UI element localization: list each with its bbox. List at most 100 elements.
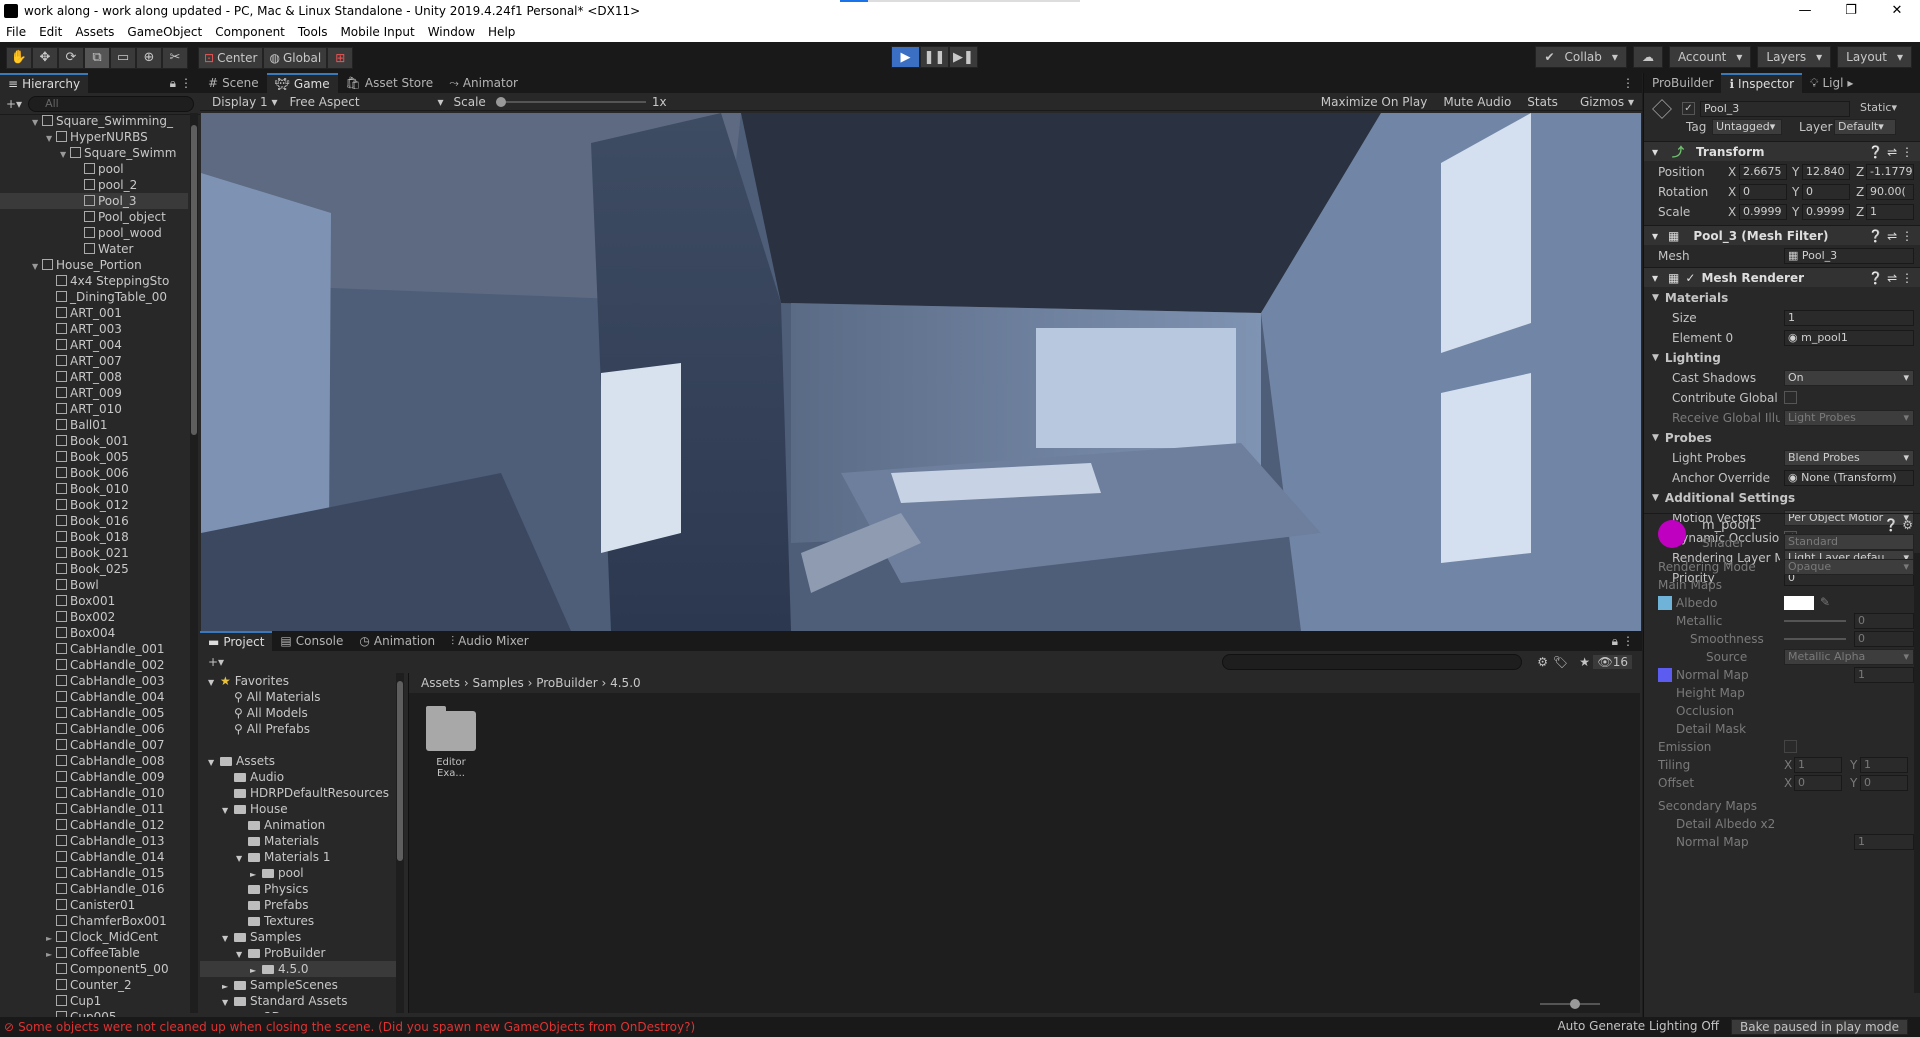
y-field[interactable]: 0: [1860, 775, 1908, 791]
scale-slider[interactable]: [495, 96, 646, 107]
hierarchy-item[interactable]: Canister01: [0, 897, 188, 913]
folder-item[interactable]: Audio: [200, 769, 400, 785]
hierarchy-item[interactable]: Cup005: [0, 1009, 188, 1017]
mute-audio-toggle[interactable]: Mute Audio: [1443, 95, 1511, 109]
tab-game[interactable]: 👾︎ Game: [266, 73, 338, 93]
add-icon[interactable]: +▾: [6, 97, 22, 111]
hierarchy-item[interactable]: 4x4 SteppingSto: [0, 273, 188, 289]
folder-item[interactable]: ▼ House: [200, 801, 400, 817]
hierarchy-item[interactable]: Water: [0, 241, 188, 257]
hierarchy-item[interactable]: CabHandle_011: [0, 801, 188, 817]
transform-tool-icon[interactable]: ⊕: [136, 46, 162, 69]
section-header[interactable]: ▼ Additional Settings: [1644, 489, 1920, 507]
folder-item[interactable]: Textures: [200, 913, 400, 929]
property-slider[interactable]: [1784, 638, 1846, 640]
folder-item[interactable]: HDRPDefaultResources: [200, 785, 400, 801]
property-dropdown[interactable]: Opaque ▾: [1784, 559, 1914, 575]
custom-tool-icon[interactable]: ✂: [162, 46, 188, 69]
hierarchy-item[interactable]: ART_001: [0, 305, 188, 321]
hierarchy-item[interactable]: ART_004: [0, 337, 188, 353]
play-button[interactable]: ▶: [891, 46, 920, 68]
hierarchy-item[interactable]: ART_009: [0, 385, 188, 401]
close-button[interactable]: ✕: [1874, 0, 1920, 22]
hierarchy-item[interactable]: ART_003: [0, 321, 188, 337]
hierarchy-item[interactable]: ART_007: [0, 353, 188, 369]
breadcrumb-samples[interactable]: Samples: [473, 676, 524, 690]
favorite-star-icon[interactable]: ★: [1579, 655, 1590, 669]
game-menu-icon[interactable]: ⋮: [1622, 76, 1634, 90]
hierarchy-item[interactable]: CabHandle_003: [0, 673, 188, 689]
tab-asset-store[interactable]: 🛍︎ Asset Store: [338, 73, 442, 93]
tab-animator[interactable]: ⤳ Animator: [441, 73, 526, 93]
menu-mobile-input[interactable]: Mobile Input: [340, 25, 414, 39]
folder-item[interactable]: Prefabs: [200, 897, 400, 913]
search-by-type-icon[interactable]: ⚙: [1537, 655, 1548, 669]
hierarchy-item[interactable]: CabHandle_006: [0, 721, 188, 737]
hierarchy-item[interactable]: ▼ House_Portion: [0, 257, 188, 273]
step-button[interactable]: ▶❚: [949, 46, 978, 68]
hierarchy-item[interactable]: CabHandle_001: [0, 641, 188, 657]
active-checkbox[interactable]: ✓: [1682, 102, 1695, 115]
tab-scene[interactable]: # Scene: [200, 73, 267, 93]
minimize-button[interactable]: —: [1782, 0, 1828, 22]
tag-dropdown[interactable]: Untagged▾: [1712, 119, 1782, 135]
property-value[interactable]: 1: [1854, 667, 1914, 683]
project-menu-icon[interactable]: ⋮: [1622, 634, 1634, 648]
lighting-status[interactable]: Auto Generate Lighting Off: [1557, 1019, 1719, 1035]
hierarchy-item[interactable]: Book_006: [0, 465, 188, 481]
hierarchy-item[interactable]: CabHandle_013: [0, 833, 188, 849]
hierarchy-item[interactable]: Bowl: [0, 577, 188, 593]
saved-search-item[interactable]: ⚲ All Models: [200, 705, 400, 721]
hierarchy-item[interactable]: Pool_object: [0, 209, 188, 225]
hierarchy-item[interactable]: Book_025: [0, 561, 188, 577]
transform-header[interactable]: ▾ ⤴ Transform ❔ ⇌ ⋮: [1644, 141, 1920, 161]
property-value[interactable]: Blend Probes ▾: [1784, 450, 1914, 466]
hierarchy-item[interactable]: Book_005: [0, 449, 188, 465]
maximize-on-play-toggle[interactable]: Maximize On Play: [1321, 95, 1428, 109]
hierarchy-item[interactable]: ▼ Square_Swimm: [0, 145, 188, 161]
folder-item[interactable]: ▼ Standard Assets: [200, 993, 400, 1009]
hierarchy-item[interactable]: CabHandle_009: [0, 769, 188, 785]
menu-tools[interactable]: Tools: [298, 25, 328, 39]
hierarchy-item[interactable]: Pool_3: [0, 193, 188, 209]
hierarchy-item[interactable]: Box002: [0, 609, 188, 625]
hierarchy-item[interactable]: Book_001: [0, 433, 188, 449]
expand-arrow-icon[interactable]: ▼: [236, 851, 248, 867]
project-search-input[interactable]: [1222, 654, 1522, 670]
asset-item[interactable]: Editor Exa...: [421, 703, 481, 779]
folder-item[interactable]: Materials: [200, 833, 400, 849]
menu-edit[interactable]: Edit: [39, 25, 62, 39]
hierarchy-item[interactable]: ▼ Square_Swimming_: [0, 113, 188, 129]
expand-arrow-icon[interactable]: ▼: [208, 675, 220, 691]
pause-button[interactable]: ❚❚: [920, 46, 949, 68]
meshrenderer-header[interactable]: ▾ ▦ ✓ Mesh Renderer ❔ ⇌ ⋮: [1644, 267, 1920, 287]
position-y-field[interactable]: 12.840: [1802, 164, 1850, 180]
layout-dropdown[interactable]: Layout ▾: [1837, 46, 1912, 68]
collab-dropdown[interactable]: ✔ Collab ▾: [1535, 46, 1627, 68]
stats-toggle[interactable]: Stats: [1527, 95, 1558, 109]
property-value[interactable]: On ▾: [1784, 370, 1914, 386]
property-checkbox[interactable]: [1784, 391, 1797, 404]
hierarchy-item[interactable]: CabHandle_012: [0, 817, 188, 833]
scale-tool-icon[interactable]: ⧉: [84, 46, 110, 69]
menu-file[interactable]: File: [6, 25, 26, 39]
hierarchy-item[interactable]: Cup1: [0, 993, 188, 1009]
error-message[interactable]: ⊘ Some objects were not cleaned up when c…: [4, 1020, 695, 1034]
slider-value[interactable]: 0: [1854, 631, 1914, 647]
tab-audio-mixer[interactable]: ⫶ Audio Mixer: [443, 631, 537, 651]
breadcrumb-version[interactable]: 4.5.0: [610, 676, 641, 690]
project-lock-icon[interactable]: 🔒︎: [1612, 634, 1618, 649]
folder-item[interactable]: ▼ Samples: [200, 929, 400, 945]
menu-gameobject[interactable]: GameObject: [127, 25, 202, 39]
saved-search-item[interactable]: ⚲ All Prefabs: [200, 721, 400, 737]
hierarchy-item[interactable]: ► CoffeeTable: [0, 945, 188, 961]
tab-hierarchy[interactable]: ≡ Hierarchy: [0, 73, 89, 93]
expand-arrow-icon[interactable]: ▼: [222, 995, 234, 1011]
layer-dropdown[interactable]: Default▾: [1834, 119, 1896, 135]
tab-lighting[interactable]: 💡︎ Ligl ▸: [1802, 73, 1861, 93]
hidden-packages-count[interactable]: 👁︎16: [1593, 655, 1632, 669]
shader-dropdown[interactable]: Standard: [1784, 534, 1914, 550]
folder-item[interactable]: ▼ ProBuilder: [200, 945, 400, 961]
breadcrumb-probuilder[interactable]: ProBuilder: [536, 676, 597, 690]
hierarchy-item[interactable]: Ball01: [0, 417, 188, 433]
